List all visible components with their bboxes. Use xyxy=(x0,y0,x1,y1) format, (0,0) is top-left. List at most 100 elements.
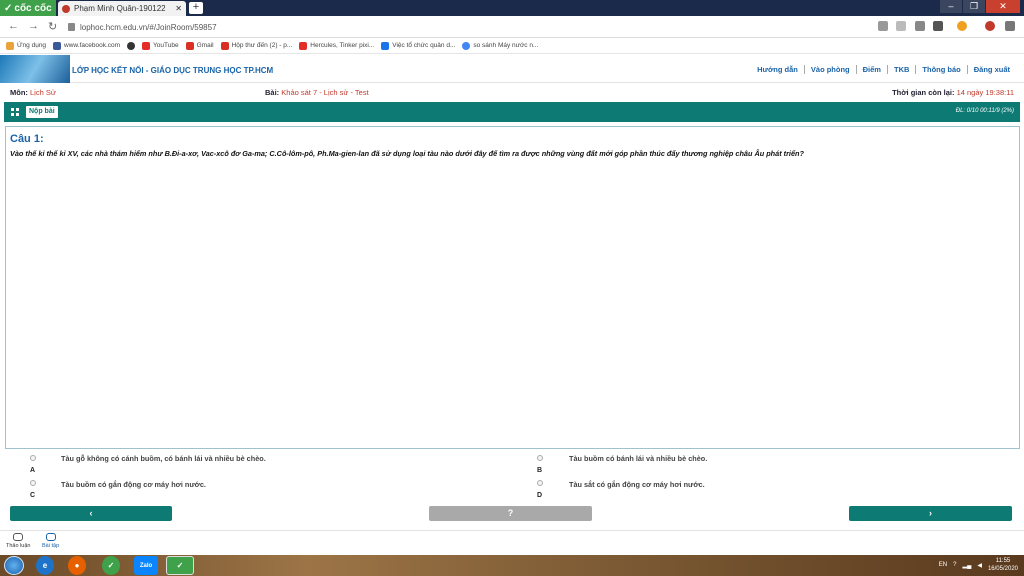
exam-toolbar: Nộp bài ĐL: 0/10 00:11/9 (2%) xyxy=(4,102,1020,122)
url-text: lophoc.hcm.edu.vn/#/JoinRoom/59857 xyxy=(80,22,217,32)
shield-icon[interactable] xyxy=(915,21,925,31)
github-icon xyxy=(127,41,136,50)
question-grid-icon[interactable] xyxy=(11,108,19,116)
next-question-button[interactable]: › xyxy=(849,506,1012,521)
new-tab-button[interactable]: + xyxy=(189,2,203,14)
help-button[interactable]: ? xyxy=(429,506,592,521)
star-icon[interactable] xyxy=(896,21,906,31)
bookmark-item[interactable]: Gmail xyxy=(185,41,214,50)
answer-c-text[interactable]: Tàu buồm có gắn động cơ máy hơi nước. xyxy=(61,480,206,489)
tab-favicon-icon xyxy=(62,4,70,13)
nav-notifications[interactable]: Thông báo xyxy=(915,65,966,74)
answer-a-letter: A xyxy=(30,467,36,474)
progress-status: ĐL: 0/10 00:11/9 (2%) xyxy=(955,108,1014,114)
forward-icon[interactable]: → xyxy=(28,20,39,32)
coccoc-active-icon[interactable]: ✓ xyxy=(166,556,194,575)
clock-date: 16/05/2020 xyxy=(987,566,1018,572)
reload-icon[interactable]: ↻ xyxy=(48,20,57,33)
gmail-icon xyxy=(220,41,229,50)
answer-a-radio[interactable] xyxy=(30,455,36,461)
windows-taskbar: e ● ✓ Zalo ✓ EN ? ▂▄ ◀ 11:55 16/05/2020 xyxy=(0,555,1024,576)
answer-b-text[interactable]: Tàu buồm có bánh lái và nhiều bè chèo. xyxy=(569,454,707,463)
site-logo[interactable] xyxy=(0,55,70,83)
browser-tab[interactable]: Phạm Minh Quân-190122 ✕ xyxy=(58,1,186,16)
coccoc-icon[interactable]: ✓ xyxy=(102,556,120,575)
zalo-icon[interactable]: Zalo xyxy=(134,556,158,575)
bookmark-item[interactable]: Việc tổ chức quản d... xyxy=(381,41,455,50)
l-icon xyxy=(381,41,390,50)
nav-timetable[interactable]: TKB xyxy=(886,65,915,74)
browser-brand: cốc cốc xyxy=(14,2,52,14)
nav-guide[interactable]: Hướng dẫn xyxy=(751,65,804,74)
lesson-value: Khảo sát 7 - Lịch sử - Test xyxy=(281,88,369,97)
nav-enter-room[interactable]: Vào phòng xyxy=(803,65,856,74)
discussion-tool[interactable]: Thảo luận xyxy=(6,533,30,549)
language-indicator[interactable]: EN xyxy=(939,562,947,568)
subject-info: Môn: Lịch Sử xyxy=(10,88,56,97)
apps-icon xyxy=(6,41,14,50)
bookmark-item[interactable] xyxy=(127,41,136,50)
clock-time: 11:55 xyxy=(995,558,1011,564)
bookmark-item[interactable]: www.facebook.com xyxy=(53,41,120,50)
bookmark-item[interactable]: so sánh Máy nước n... xyxy=(462,41,538,50)
bottom-toolbar: Thảo luận Bài tập xyxy=(0,530,1024,554)
edit-icon xyxy=(45,533,56,541)
browser-tab-bar: ✓ cốc cốc Phạm Minh Quân-190122 ✕ + – ❐ … xyxy=(0,0,1024,16)
site-name: LỚP HỌC KẾT NỐI - GIÁO DỤC TRUNG HỌC TP.… xyxy=(72,66,274,75)
clock[interactable]: 11:55 16/05/2020 xyxy=(988,557,1018,573)
system-tray: EN ? ▂▄ ◀ 11:55 16/05/2020 xyxy=(939,557,1018,573)
prev-question-button[interactable]: ‹ xyxy=(10,506,172,521)
youtube-icon xyxy=(142,41,151,50)
nav-logout[interactable]: Đăng xuất xyxy=(966,65,1016,74)
back-icon[interactable]: ← xyxy=(8,20,19,32)
facebook-icon xyxy=(53,41,62,50)
answer-d-radio[interactable] xyxy=(537,480,543,486)
time-left-value: 14 ngày 19:38:11 xyxy=(956,88,1014,97)
lesson-info: Bài: Khảo sát 7 - Lịch sử - Test xyxy=(265,88,369,97)
time-left-info: Thời gian còn lại: 14 ngày 19:38:11 xyxy=(892,88,1014,97)
site-header: LỚP HỌC KẾT NỐI - GIÁO DỤC TRUNG HỌC TP.… xyxy=(0,55,1024,83)
answer-c-letter: C xyxy=(30,492,36,499)
youtube-icon xyxy=(299,41,308,50)
subject-value: Lịch Sử xyxy=(30,88,56,97)
window-controls: – ❐ ✕ xyxy=(940,0,1020,13)
tab-title: Phạm Minh Quân-190122 xyxy=(74,4,166,13)
exercise-tool[interactable]: Bài tập xyxy=(42,533,59,549)
bookmarks-bar: Ứng dụng www.facebook.com YouTube Gmail … xyxy=(0,38,1024,54)
ie-icon[interactable]: e xyxy=(36,556,54,575)
volume-icon[interactable]: ◀ xyxy=(977,562,982,569)
top-navigation: Hướng dẫn Vào phòng Điểm TKB Thông báo Đ… xyxy=(751,65,1016,74)
download-icon[interactable] xyxy=(933,21,943,31)
start-button[interactable] xyxy=(4,556,24,575)
profile-icon[interactable] xyxy=(985,21,995,31)
firefox-icon[interactable]: ● xyxy=(68,556,86,575)
bookmark-item[interactable]: YouTube xyxy=(142,41,179,50)
coccoc-logo[interactable]: ✓ cốc cốc xyxy=(0,0,56,16)
coccoc-icon: ✓ xyxy=(4,2,13,14)
answer-a-text[interactable]: Tàu gỗ không có cánh buồm, có bánh lái v… xyxy=(61,454,266,463)
close-window-button[interactable]: ✕ xyxy=(986,0,1020,13)
question-text: Vào thế kỉ thế kỉ XV, các nhà thám hiểm … xyxy=(10,149,804,158)
maximize-button[interactable]: ❐ xyxy=(963,0,985,13)
help-icon[interactable]: ? xyxy=(953,562,956,568)
answer-b-radio[interactable] xyxy=(537,455,543,461)
submit-button[interactable]: Nộp bài xyxy=(26,106,58,118)
answer-c-radio[interactable] xyxy=(30,480,36,486)
answer-b-letter: B xyxy=(537,467,543,474)
nav-scores[interactable]: Điểm xyxy=(855,65,887,74)
answer-d-text[interactable]: Tàu sắt có gắn động cơ máy hơi nước. xyxy=(569,480,705,489)
close-tab-icon[interactable]: ✕ xyxy=(175,4,182,13)
bookmark-item[interactable]: Hercules, Tinker pixi... xyxy=(299,41,374,50)
minimize-button[interactable]: – xyxy=(940,0,962,13)
bookmark-item[interactable]: Ứng dụng xyxy=(6,41,46,50)
key-icon[interactable] xyxy=(878,21,888,31)
url-field[interactable]: lophoc.hcm.edu.vn/#/JoinRoom/59857 xyxy=(68,19,948,35)
download-arrow-icon[interactable] xyxy=(1005,21,1015,31)
lock-icon xyxy=(68,23,75,31)
bookmark-item[interactable]: Hộp thư đến (2) - p... xyxy=(220,41,292,50)
answer-d-letter: D xyxy=(537,492,543,499)
coccoc-rewards-icon[interactable] xyxy=(957,21,967,31)
question-panel: Câu 1: Vào thế kỉ thế kỉ XV, các nhà thá… xyxy=(5,126,1020,449)
address-bar-row: ← → ↻ lophoc.hcm.edu.vn/#/JoinRoom/59857 xyxy=(0,16,1024,38)
network-icon[interactable]: ▂▄ xyxy=(962,562,971,569)
